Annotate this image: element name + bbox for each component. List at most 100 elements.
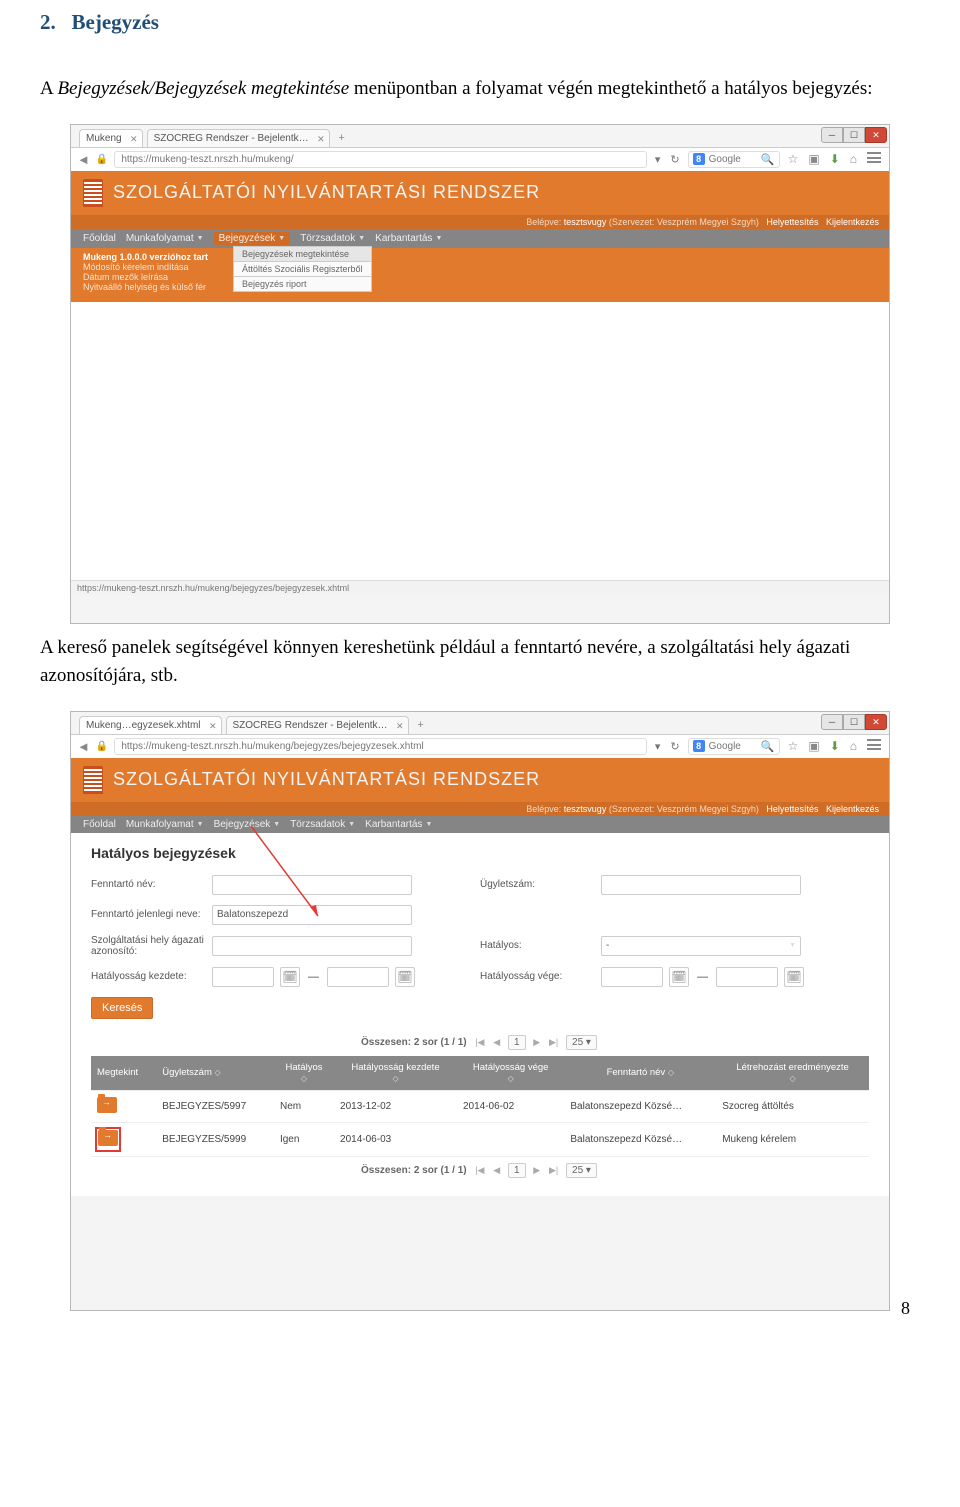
input-hat-kezd-from[interactable]	[212, 967, 274, 987]
login-substitute-link[interactable]: Helyettesítés	[766, 217, 818, 227]
logout-link[interactable]: Kijelentkezés	[826, 804, 879, 814]
home-icon[interactable]: ⌂	[848, 739, 859, 753]
input-hat-vege-to[interactable]	[716, 967, 778, 987]
submenu-item-attoltes[interactable]: Áttöltés Szociális Regiszterből	[233, 261, 372, 277]
th-fenntarto[interactable]: Fenntartó név ◇	[564, 1056, 716, 1091]
address-bar[interactable]: https://mukeng-teszt.nrszh.hu/mukeng/bej…	[114, 738, 647, 755]
dropdown-icon[interactable]: ▾	[653, 153, 663, 166]
note-link[interactable]: Módosító kérelem indítása	[83, 262, 877, 272]
menu-bejegyzesek[interactable]: Bejegyzések▼	[214, 232, 291, 245]
input-ugyletszam[interactable]	[601, 875, 801, 895]
tab-close-icon[interactable]: ✕	[396, 721, 404, 732]
input-fenntarto-nev[interactable]	[212, 875, 412, 895]
menu-icon[interactable]	[865, 152, 883, 166]
window-maximize-button[interactable]: ☐	[843, 714, 865, 730]
calendar-icon[interactable]: 🗓	[784, 967, 804, 987]
bookmarks-icon[interactable]: ▣	[806, 739, 821, 753]
menu-munkafolyamat[interactable]: Munkafolyamat▼	[126, 819, 204, 830]
label-ugyletszam: Ügyletszám:	[480, 879, 595, 890]
th-hat-vege[interactable]: Hatályosság vége◇	[457, 1056, 564, 1091]
search-button[interactable]: Keresés	[91, 997, 153, 1019]
window-close-button[interactable]: ✕	[865, 127, 887, 143]
menu-torzsadatok[interactable]: Törzsadatok▼	[300, 232, 365, 245]
input-agazati-azonosito[interactable]	[212, 936, 412, 956]
window-close-button[interactable]: ✕	[865, 714, 887, 730]
select-hatalyos[interactable]: -▼	[601, 936, 801, 956]
cell-kezdete: 2013-12-02	[334, 1090, 457, 1122]
menu-karbantartas[interactable]: Karbantartás▼	[375, 232, 442, 245]
back-icon[interactable]: ◄	[77, 152, 90, 167]
menu-icon[interactable]	[865, 739, 883, 753]
bookmark-icon[interactable]: ☆	[786, 739, 801, 753]
reload-icon[interactable]: ↻	[668, 153, 681, 166]
calendar-icon[interactable]: 🗓	[280, 967, 300, 987]
home-icon[interactable]: ⌂	[848, 152, 859, 166]
new-tab-button[interactable]: +	[413, 718, 429, 734]
table-row: BEJEGYZES/5997 Nem 2013-12-02 2014-06-02…	[91, 1090, 869, 1122]
th-letrehozast[interactable]: Létrehozást eredményezte◇	[716, 1056, 869, 1091]
search-engine-box[interactable]: 8 Google 🔍	[688, 738, 780, 755]
reload-icon[interactable]: ↻	[668, 740, 681, 753]
download-icon[interactable]: ⬇	[828, 152, 842, 166]
cell-fenntarto: Balatonszepezd Közsé…	[564, 1090, 716, 1122]
browser-tab-1[interactable]: Mukeng ✕	[79, 129, 143, 147]
login-label: Belépve:	[526, 804, 561, 814]
menu-munkafolyamat[interactable]: Munkafolyamat▼	[126, 232, 204, 245]
tab-close-icon[interactable]: ✕	[317, 134, 325, 145]
th-ugyletszam[interactable]: Ügyletszám ◇	[156, 1056, 274, 1091]
menu-karbantartas[interactable]: Karbantartás▼	[365, 819, 432, 830]
calendar-icon[interactable]: 🗓	[395, 967, 415, 987]
submenu-item-bejegyzesek-megtekintese[interactable]: Bejegyzések megtekintése	[233, 246, 372, 262]
note-link[interactable]: Dátum mezők leírása	[83, 272, 877, 282]
login-substitute-link[interactable]: Helyettesítés	[766, 804, 818, 814]
tab-label: SZOCREG Rendszer - Bejelentk…	[233, 720, 388, 731]
dropdown-icon[interactable]: ▾	[653, 740, 663, 753]
open-icon[interactable]	[98, 1130, 118, 1146]
pager-next-icon[interactable]: ▶	[530, 1037, 543, 1047]
search-icon[interactable]: 🔍	[761, 740, 775, 753]
calendar-icon[interactable]: 🗓	[669, 967, 689, 987]
menu-fooldal[interactable]: Főoldal	[83, 232, 116, 245]
bookmark-icon[interactable]: ☆	[786, 152, 801, 166]
pager-current[interactable]: 1	[508, 1163, 526, 1178]
pager-pagesize[interactable]: 25 ▾	[566, 1035, 597, 1050]
chevron-down-icon: ▼	[435, 235, 442, 242]
pager-last-icon[interactable]: ▶|	[546, 1165, 561, 1175]
window-maximize-button[interactable]: ☐	[843, 127, 865, 143]
input-hat-kezd-to[interactable]	[327, 967, 389, 987]
input-hat-vege-from[interactable]	[601, 967, 663, 987]
download-icon[interactable]: ⬇	[828, 739, 842, 753]
logout-link[interactable]: Kijelentkezés	[826, 217, 879, 227]
pager-next-icon[interactable]: ▶	[530, 1165, 543, 1175]
browser-tab-1[interactable]: Mukeng…egyzesek.xhtml ✕	[79, 716, 222, 734]
browser-tab-2[interactable]: SZOCREG Rendszer - Bejelentk… ✕	[147, 129, 330, 147]
new-tab-button[interactable]: +	[334, 131, 350, 147]
search-icon[interactable]: 🔍	[761, 153, 775, 166]
address-bar[interactable]: https://mukeng-teszt.nrszh.hu/mukeng/	[114, 151, 647, 168]
menu-bejegyzesek[interactable]: Bejegyzések▼	[214, 819, 281, 830]
tab-close-icon[interactable]: ✕	[130, 134, 138, 145]
pager-current[interactable]: 1	[508, 1035, 526, 1050]
pager-prev-icon[interactable]: ◀	[490, 1165, 503, 1175]
menu-torzsadatok[interactable]: Törzsadatok▼	[290, 819, 355, 830]
browser-tab-2[interactable]: SZOCREG Rendszer - Bejelentk… ✕	[226, 716, 409, 734]
pager-first-icon[interactable]: |◀	[472, 1165, 487, 1175]
bookmarks-icon[interactable]: ▣	[806, 152, 821, 166]
note-link[interactable]: Nyitvaálló helyiség és külső fér	[83, 282, 877, 292]
pager-last-icon[interactable]: ▶|	[546, 1037, 561, 1047]
annotation-highlight	[97, 1129, 119, 1150]
input-fenntarto-jelenlegi[interactable]	[212, 905, 412, 925]
th-hatalyos[interactable]: Hatályos◇	[274, 1056, 334, 1091]
tab-close-icon[interactable]: ✕	[209, 721, 217, 732]
search-engine-box[interactable]: 8 Google 🔍	[688, 151, 780, 168]
window-minimize-button[interactable]: ─	[821, 127, 843, 143]
open-icon[interactable]	[97, 1097, 117, 1113]
th-hat-kezdete[interactable]: Hatályosság kezdete◇	[334, 1056, 457, 1091]
pager-pagesize[interactable]: 25 ▾	[566, 1163, 597, 1178]
submenu-item-riport[interactable]: Bejegyzés riport	[233, 276, 372, 292]
window-minimize-button[interactable]: ─	[821, 714, 843, 730]
pager-prev-icon[interactable]: ◀	[490, 1037, 503, 1047]
menu-fooldal[interactable]: Főoldal	[83, 819, 116, 830]
back-icon[interactable]: ◄	[77, 739, 90, 754]
pager-first-icon[interactable]: |◀	[472, 1037, 487, 1047]
